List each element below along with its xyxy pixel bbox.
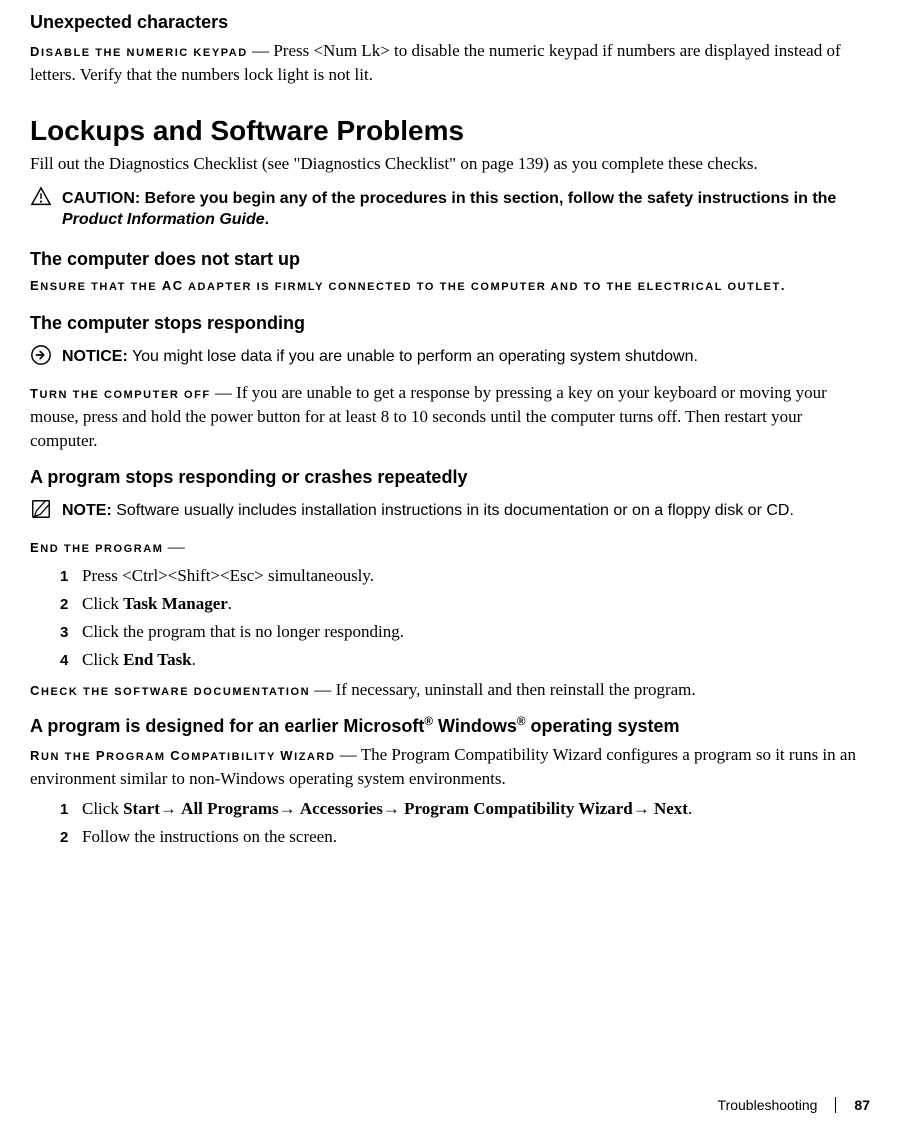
footer-divider bbox=[835, 1097, 836, 1113]
label-run-compat: RUN THE PROGRAM COMPATIBILITY WIZARD bbox=[30, 748, 336, 763]
notice-text: NOTICE: You might lose data if you are u… bbox=[62, 344, 698, 368]
page-number: 87 bbox=[854, 1097, 870, 1113]
heading-unexpected-characters: Unexpected characters bbox=[30, 12, 870, 33]
list-item: 4Click End Task. bbox=[60, 648, 870, 672]
caution-text: CAUTION: Before you begin any of the pro… bbox=[62, 186, 870, 231]
list-item: 1Press <Ctrl><Shift><Esc> simultaneously… bbox=[60, 564, 870, 588]
callout-note: NOTE: Software usually includes installa… bbox=[30, 498, 870, 525]
callout-caution: CAUTION: Before you begin any of the pro… bbox=[30, 186, 870, 231]
label-ensure-ac: ENSURE THAT THE AC ADAPTER IS FIRMLY CON… bbox=[30, 276, 870, 296]
steps-end-program: 1Press <Ctrl><Shift><Esc> simultaneously… bbox=[60, 564, 870, 671]
note-text: NOTE: Software usually includes installa… bbox=[62, 498, 794, 522]
footer-section: Troubleshooting bbox=[718, 1097, 818, 1113]
heading-lockups: Lockups and Software Problems bbox=[30, 115, 870, 147]
para-check-software: CHECK THE SOFTWARE DOCUMENTATION — If ne… bbox=[30, 678, 870, 702]
heading-earlier-os: A program is designed for an earlier Mic… bbox=[30, 715, 870, 737]
label-check-software: CHECK THE SOFTWARE DOCUMENTATION bbox=[30, 683, 310, 698]
list-item: 2Click Task Manager. bbox=[60, 592, 870, 616]
notice-icon bbox=[30, 344, 52, 371]
label-end-program: END THE PROGRAM — bbox=[30, 535, 870, 559]
para-turn-off: TURN THE COMPUTER OFF — If you are unabl… bbox=[30, 381, 870, 452]
heading-not-start: The computer does not start up bbox=[30, 249, 870, 270]
list-item: 2Follow the instructions on the screen. bbox=[60, 825, 870, 849]
note-icon bbox=[30, 498, 52, 525]
label-disable-keypad: DISABLE THE NUMERIC KEYPAD bbox=[30, 44, 248, 59]
caution-icon bbox=[30, 186, 52, 213]
label-turn-off: TURN THE COMPUTER OFF bbox=[30, 386, 211, 401]
page-footer: Troubleshooting 87 bbox=[718, 1097, 870, 1113]
list-item: 3Click the program that is no longer res… bbox=[60, 620, 870, 644]
callout-notice: NOTICE: You might lose data if you are u… bbox=[30, 344, 870, 371]
heading-program-crash: A program stops responding or crashes re… bbox=[30, 467, 870, 488]
para-disable-keypad: DISABLE THE NUMERIC KEYPAD — Press <Num … bbox=[30, 39, 870, 87]
heading-stops-responding: The computer stops responding bbox=[30, 313, 870, 334]
para-run-compat: RUN THE PROGRAM COMPATIBILITY WIZARD — T… bbox=[30, 743, 870, 791]
para-lockups-intro: Fill out the Diagnostics Checklist (see … bbox=[30, 153, 870, 176]
steps-compat-wizard: 1Click Start→ All Programs→ Accessories→… bbox=[60, 797, 870, 849]
list-item: 1Click Start→ All Programs→ Accessories→… bbox=[60, 797, 870, 821]
